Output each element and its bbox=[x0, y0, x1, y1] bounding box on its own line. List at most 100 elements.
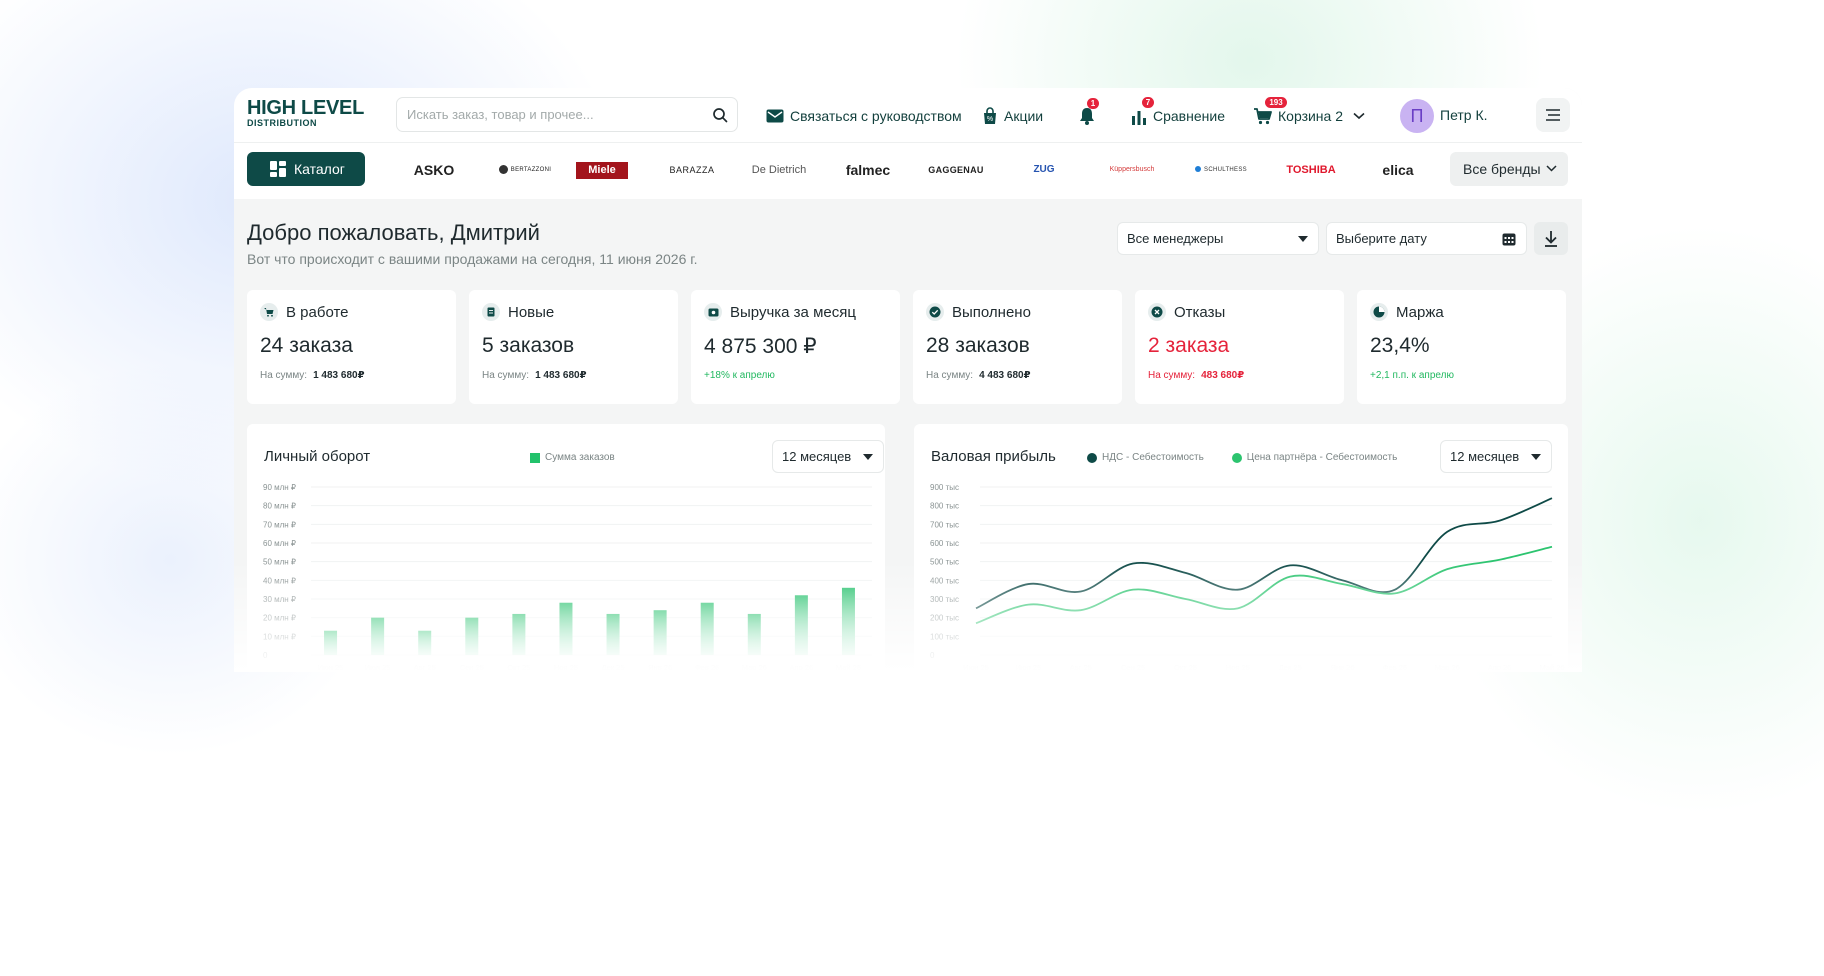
compare-badge: 7 bbox=[1142, 97, 1154, 108]
y-tick-label: 400 тыс bbox=[930, 576, 959, 585]
brand-kuppersbusch[interactable]: Küppersbusch bbox=[1090, 160, 1174, 180]
all-brands-dropdown[interactable]: Все бренды bbox=[1450, 152, 1568, 186]
compare-label: Сравнение bbox=[1153, 108, 1225, 124]
brand-miele[interactable]: Miele bbox=[576, 162, 628, 179]
brand-bar: Каталог ASKO BERTAZZONI Miele BARAZZA De… bbox=[234, 143, 1582, 199]
bar[interactable] bbox=[324, 630, 338, 655]
x-tick-label: Окт 25 bbox=[507, 663, 530, 670]
stat-card-completed[interactable]: Выполнено 28 заказов На сумму: 4 483 680₽ bbox=[913, 290, 1122, 404]
date-picker-placeholder: Выберите дату bbox=[1336, 231, 1427, 246]
brand-asko-label: ASKO bbox=[413, 162, 455, 178]
managers-select[interactable]: Все менеджеры bbox=[1117, 222, 1319, 255]
date-picker[interactable]: Выберите дату bbox=[1326, 222, 1527, 255]
brand-schulthess-label: SCHULTHESS bbox=[1204, 167, 1247, 173]
bar[interactable] bbox=[371, 617, 385, 655]
bar[interactable] bbox=[794, 595, 808, 655]
gross-profit-period-select[interactable]: 12 месяцев bbox=[1440, 440, 1552, 473]
stat-card-rejections[interactable]: Отказы 2 заказа На сумму: 483 680₽ bbox=[1135, 290, 1344, 404]
stat-card-title: Отказы bbox=[1174, 303, 1226, 321]
chart-legend: Сумма заказов bbox=[530, 452, 615, 463]
search-icon[interactable] bbox=[712, 107, 728, 123]
y-tick-label: 500 тыс bbox=[930, 558, 959, 567]
brand-toshiba[interactable]: TOSHIBA bbox=[1269, 160, 1353, 180]
x-tick-label: Апр 26 bbox=[790, 663, 814, 670]
x-tick-label: Авг 25 bbox=[1070, 663, 1092, 670]
stat-card-value: 4 875 300 ₽ bbox=[704, 335, 817, 358]
stat-card-value: 24 заказа bbox=[260, 334, 353, 357]
brand-kuppersbusch-label: Küppersbusch bbox=[1109, 166, 1155, 173]
x-tick-label: Ноя 25 bbox=[554, 663, 578, 670]
mail-icon bbox=[766, 109, 784, 123]
user-name[interactable]: Петр К. bbox=[1440, 107, 1488, 123]
legend-label: Цена партнёра - Себестоимость bbox=[1246, 452, 1398, 463]
x-tick-label: Июн 25 bbox=[963, 663, 989, 670]
x-tick-label: Мар 26 bbox=[742, 663, 767, 670]
stat-card-note-label: На сумму: bbox=[260, 370, 308, 381]
y-tick-label: 300 тыс bbox=[930, 595, 959, 604]
bar[interactable] bbox=[465, 617, 479, 655]
y-tick-label: 0 bbox=[263, 651, 268, 660]
turnover-period-select[interactable]: 12 месяцев bbox=[772, 440, 884, 473]
bar[interactable] bbox=[606, 613, 620, 655]
shopping-bag-icon: % bbox=[984, 107, 996, 124]
stat-card-note: +2,1 п.п. к апрелю bbox=[1370, 370, 1454, 381]
search-input[interactable] bbox=[397, 98, 687, 131]
bar[interactable] bbox=[653, 610, 667, 655]
legend-label: НДС - Себестоимость bbox=[1102, 452, 1204, 463]
brand-zug[interactable]: ZUG bbox=[1004, 160, 1084, 180]
stat-card-title: Маржа bbox=[1396, 303, 1444, 321]
bar[interactable] bbox=[512, 613, 526, 655]
brand-asko[interactable]: ASKO bbox=[399, 160, 469, 180]
brand-barazza[interactable]: BARAZZA bbox=[652, 160, 732, 180]
brand-gaggenau[interactable]: GAGGENAU bbox=[915, 160, 997, 180]
caret-down-icon bbox=[1298, 236, 1308, 242]
bar[interactable] bbox=[700, 602, 714, 655]
stat-card-new[interactable]: Новые 5 заказов На сумму: 1 483 680₽ bbox=[469, 290, 678, 404]
check-circle-icon bbox=[926, 303, 944, 321]
legend-swatch bbox=[1231, 452, 1242, 463]
calendar-icon[interactable] bbox=[1502, 232, 1516, 246]
x-tick-label: Апр 26 bbox=[1488, 663, 1512, 670]
brand-bertazzoni[interactable]: BERTAZZONI bbox=[484, 160, 566, 180]
caret-down-icon bbox=[1531, 454, 1541, 460]
x-tick-label: Май 26 bbox=[836, 663, 861, 670]
brand-de-dietrich[interactable]: De Dietrich bbox=[739, 160, 819, 180]
chart-title: Валовая прибыль bbox=[931, 448, 1056, 465]
stat-card-title: Выручка за месяц bbox=[730, 303, 856, 321]
stat-card-note: На сумму: 1 483 680₽ bbox=[260, 370, 365, 381]
promo-link[interactable]: % Акции bbox=[982, 103, 1043, 129]
y-tick-label: 700 тыс bbox=[930, 520, 959, 529]
chevron-down-icon[interactable] bbox=[1353, 112, 1365, 120]
y-tick-label: 800 тыс bbox=[930, 502, 959, 511]
brand-falmec[interactable]: falmec bbox=[828, 160, 908, 180]
catalog-button[interactable]: Каталог bbox=[247, 152, 365, 186]
contact-management-link[interactable]: Связаться с руководством bbox=[766, 103, 962, 129]
stat-card-value: 5 заказов bbox=[482, 334, 575, 357]
bar[interactable] bbox=[559, 602, 573, 655]
chevron-down-icon bbox=[1546, 165, 1557, 172]
period-select-value: 12 месяцев bbox=[782, 449, 852, 464]
download-button[interactable] bbox=[1534, 222, 1568, 255]
brand-elica[interactable]: elica bbox=[1356, 160, 1440, 180]
stat-card-revenue[interactable]: Выручка за месяц 4 875 300 ₽ +18% к апре… bbox=[691, 290, 900, 404]
x-tick-label: Янв 26 bbox=[1331, 663, 1355, 670]
stat-card-in-work[interactable]: В работе 24 заказа На сумму: 1 483 680₽ bbox=[247, 290, 456, 404]
stat-card-note-value: 1 483 680₽ bbox=[313, 370, 365, 381]
bar[interactable] bbox=[841, 587, 855, 655]
stat-card-note: На сумму: 1 483 680₽ bbox=[482, 370, 587, 381]
x-tick-label: Фев 26 bbox=[1383, 663, 1407, 670]
brand-de-dietrich-label: De Dietrich bbox=[751, 164, 807, 176]
menu-button[interactable] bbox=[1536, 98, 1570, 132]
cart-label: Корзина 2 bbox=[1278, 108, 1344, 124]
avatar[interactable]: П bbox=[1400, 99, 1434, 133]
catalog-label: Каталог bbox=[294, 161, 345, 177]
period-select-value: 12 месяцев bbox=[1450, 449, 1520, 464]
series-line[interactable] bbox=[975, 545, 1553, 625]
stat-card-margin[interactable]: Маржа 23,4% +2,1 п.п. к апрелю bbox=[1357, 290, 1566, 404]
bar[interactable] bbox=[418, 630, 432, 655]
logo[interactable]: HIGH LEVEL DISTRIBUTION bbox=[247, 98, 364, 129]
bar[interactable] bbox=[747, 613, 761, 655]
stat-card-note-value: 1 483 680₽ bbox=[535, 370, 587, 381]
brand-schulthess[interactable]: SCHULTHESS bbox=[1179, 160, 1263, 180]
stat-card-note-label: На сумму: bbox=[482, 370, 530, 381]
